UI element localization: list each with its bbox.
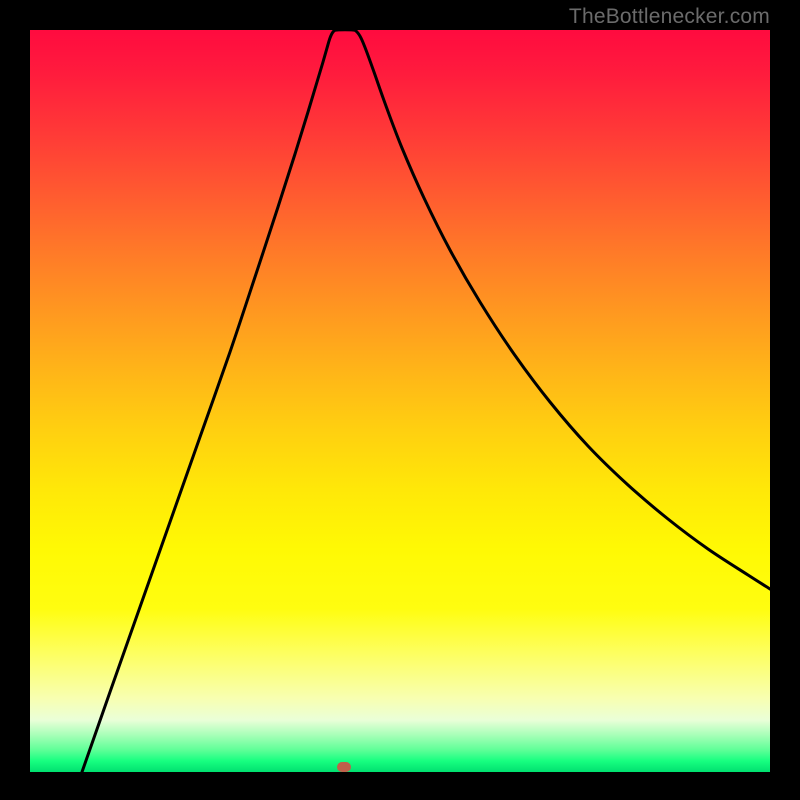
brand-watermark: TheBottlenecker.com <box>569 5 770 29</box>
plot-area <box>30 30 770 772</box>
bottleneck-curve <box>30 30 770 772</box>
optimum-marker <box>337 762 351 772</box>
chart-frame: TheBottlenecker.com <box>0 0 800 800</box>
